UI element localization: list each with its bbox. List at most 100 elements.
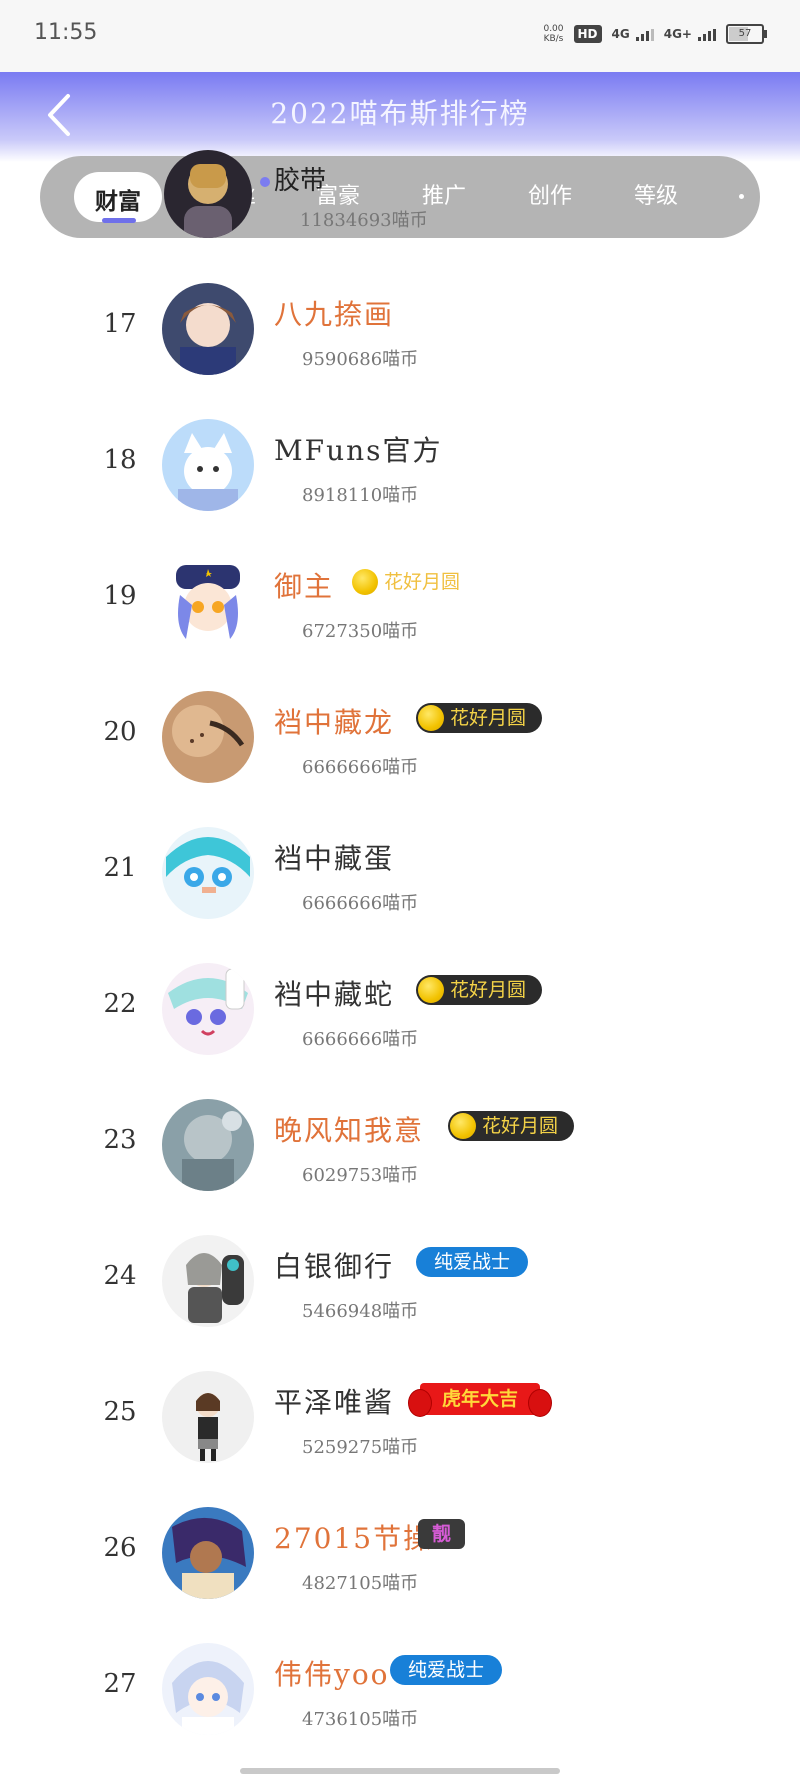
badge-text: 花好月圆: [450, 979, 527, 1001]
tab-wealth-label: 财富: [95, 189, 141, 215]
tab-wealth[interactable]: 财富: [74, 172, 162, 222]
user-name: 裆中藏蛋: [274, 842, 395, 875]
user-coins: 11834693喵币: [300, 210, 428, 231]
tab-level[interactable]: 等级: [634, 178, 678, 210]
user-coins: 8918110喵币: [302, 485, 419, 506]
title-badge: 靓: [418, 1519, 466, 1549]
user-name: 八九捺画: [274, 298, 395, 331]
rank-number: 24: [103, 1261, 137, 1291]
avatar: [162, 1371, 254, 1463]
hd-icon: HD: [573, 25, 602, 43]
signal-4g-icon: 4G: [612, 27, 654, 41]
ranking-row[interactable]: 21 裆中藏蛋 6666666喵币: [0, 809, 800, 945]
rank-number: 22: [103, 989, 137, 1019]
rank-number: 26: [103, 1533, 137, 1563]
lantern-icon: [408, 1389, 432, 1417]
user-name: 胶带: [260, 160, 326, 197]
title-badge: 花好月圆: [416, 975, 543, 1005]
ranking-row[interactable]: 24 白银御行 纯爱战士 5466948喵币: [0, 1217, 800, 1353]
user-name: 27015节操: [274, 1522, 434, 1555]
ranking-row[interactable]: 23 晚风知我意 花好月圆 6029753喵币: [0, 1081, 800, 1217]
user-name: 平泽唯酱: [274, 1386, 395, 1419]
badge-text: 花好月圆: [384, 571, 461, 593]
tab-creation[interactable]: 创作: [528, 178, 572, 210]
avatar: [162, 691, 254, 783]
ranking-row[interactable]: 17 八九捺画 9590686喵币: [0, 265, 800, 401]
user-name: 御主: [274, 570, 335, 603]
rank-number: 25: [103, 1397, 137, 1427]
badge-text: 虎年大吉: [442, 1388, 519, 1410]
header: 2022喵布斯排行榜: [0, 72, 800, 162]
user-coins: 6029753喵币: [302, 1165, 419, 1186]
ranking-row[interactable]: 20 裆中藏龙 花好月圆 6666666喵币: [0, 673, 800, 809]
avatar: [162, 1099, 254, 1191]
more-dot: [739, 194, 744, 199]
ranking-row[interactable]: 27 伟伟yoo 纯爱战士 4736105喵币: [0, 1625, 800, 1761]
avatar: [162, 827, 254, 919]
status-time: 11:55: [34, 20, 98, 45]
user-name-text: 胶带: [274, 166, 327, 196]
signal-4gplus-label: 4G+: [663, 27, 692, 41]
user-coins: 4736105喵币: [302, 1709, 419, 1730]
badge-text: 花好月圆: [482, 1115, 559, 1137]
rank-number: 18: [103, 445, 137, 475]
network-speed-unit: KB/s: [543, 34, 564, 44]
user-name: 裆中藏蛇: [274, 978, 395, 1011]
title-badge: 纯爱战士: [390, 1655, 503, 1685]
user-name: MFuns官方: [274, 434, 443, 467]
badge-text: 花好月圆: [450, 707, 527, 729]
rank-number: 21: [103, 853, 137, 883]
network-speed: 0.00 KB/s: [543, 24, 563, 44]
avatar: [162, 283, 254, 375]
home-indicator[interactable]: [240, 1768, 560, 1774]
battery-icon: 57: [726, 24, 767, 44]
battery-level: 57: [738, 28, 752, 39]
title-badge: 纯爱战士: [416, 1247, 529, 1277]
moon-coin-icon: [352, 569, 378, 595]
lantern-icon: [528, 1389, 553, 1417]
avatar: [164, 150, 252, 238]
moon-coin-icon: [418, 977, 444, 1003]
network-speed-value: 0.00: [543, 24, 564, 34]
online-dot-icon: [260, 177, 270, 187]
avatar: [162, 419, 254, 511]
user-coins: 5466948喵币: [302, 1301, 419, 1322]
avatar: [162, 1507, 254, 1599]
user-coins: 6727350喵币: [302, 621, 419, 642]
ranking-row[interactable]: 25 平泽唯酱 虎年大吉 5259275喵币: [0, 1353, 800, 1489]
ranking-row[interactable]: 22 裆中藏蛇 花好月圆 6666666喵币: [0, 945, 800, 1081]
status-bar: 11:55 0.00 KB/s HD 4G 4G+ 57: [0, 0, 800, 72]
rank-number: 17: [103, 309, 137, 339]
user-coins: 6666666喵币: [302, 893, 419, 914]
title-badge: 花好月圆: [416, 703, 543, 733]
user-coins: 6666666喵币: [302, 757, 419, 778]
rank-number: 20: [103, 717, 137, 747]
title-badge: 虎年大吉: [408, 1383, 553, 1417]
avatar: [162, 555, 254, 647]
ranking-row[interactable]: 19 御主 花好月圆 6727350喵币: [0, 537, 800, 673]
rank-number: 19: [103, 581, 137, 611]
signal-bars-icon: [698, 29, 716, 41]
tab-promotion[interactable]: 推广: [422, 178, 466, 210]
rank-number: 27: [103, 1669, 137, 1699]
user-name: 伟伟yoo: [274, 1658, 390, 1691]
avatar: [162, 1235, 254, 1327]
user-coins: 5259275喵币: [302, 1437, 419, 1458]
title-badge: 花好月圆: [350, 567, 470, 597]
title-badge: 花好月圆: [448, 1111, 575, 1141]
rank-number: 23: [103, 1125, 137, 1155]
ranking-row[interactable]: 26 27015节操 靓 4827105喵币: [0, 1489, 800, 1625]
avatar: [162, 963, 254, 1055]
page-title: 2022喵布斯排行榜: [270, 97, 530, 130]
status-icons: 0.00 KB/s HD 4G 4G+ 57: [543, 24, 767, 44]
signal-4g-label: 4G: [611, 27, 630, 41]
ranking-row[interactable]: 18 MFuns官方 8918110喵币: [0, 401, 800, 537]
avatar: [162, 1643, 254, 1735]
user-name: 裆中藏龙: [274, 706, 395, 739]
user-name: 白银御行: [274, 1250, 395, 1283]
user-name: 晚风知我意: [274, 1114, 425, 1147]
tab-active-indicator: [102, 218, 136, 223]
user-coins: 4827105喵币: [302, 1573, 419, 1594]
user-coins: 6666666喵币: [302, 1029, 419, 1050]
signal-4gplus-icon: 4G+: [664, 27, 716, 41]
